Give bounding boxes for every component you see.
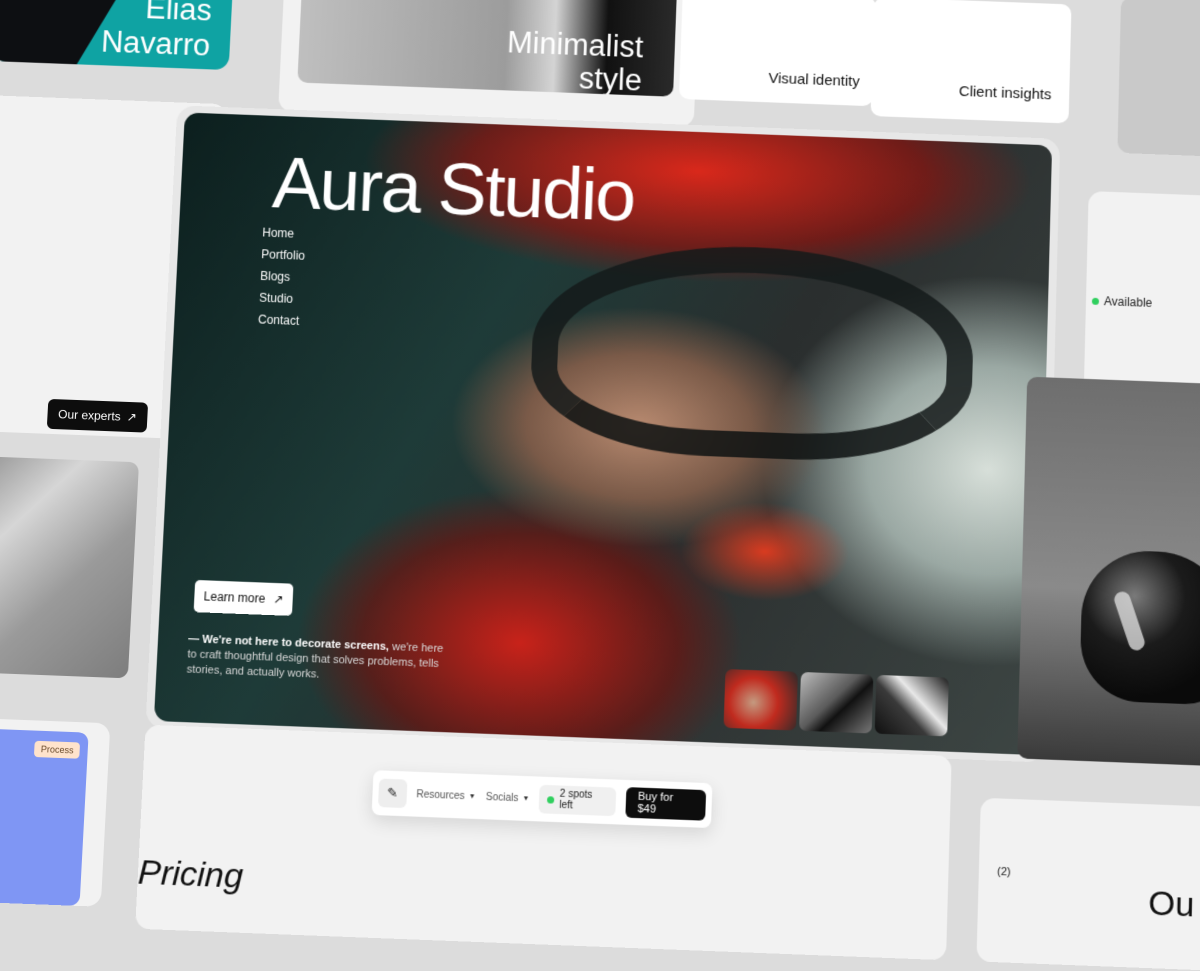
client-insights-label: Client insights xyxy=(958,83,1052,104)
socials-dropdown[interactable]: Socials ▼ xyxy=(486,791,530,804)
status-dot-icon xyxy=(547,795,555,804)
hero-section: Aura Studio Home Portfolio Blogs Studio … xyxy=(153,112,1053,756)
process-card[interactable]: Process xyxy=(0,717,111,907)
learn-more-button[interactable]: Learn more ↗ xyxy=(193,579,294,616)
minimalist-heading-line2: style xyxy=(578,60,643,97)
profile-last-name: Navarro xyxy=(100,24,211,63)
nav-studio[interactable]: Studio xyxy=(259,287,304,310)
minimalist-style-card[interactable]: Minimalist style xyxy=(278,0,700,127)
bottom-right-card: (2) Ou xyxy=(976,797,1200,971)
arrow-up-right-icon: ↗ xyxy=(272,592,284,607)
hero-tagline: — We're not here to decorate screens, we… xyxy=(186,632,449,688)
socials-label: Socials xyxy=(485,791,519,804)
profile-name-card[interactable]: Elias Navarro xyxy=(0,0,235,71)
thumbnail-helmet[interactable] xyxy=(723,669,798,731)
availability-status: Available xyxy=(1091,294,1153,310)
nav-portfolio[interactable]: Portfolio xyxy=(261,243,306,266)
section-count: (2) xyxy=(996,865,1011,879)
profile-name: Elias Navarro xyxy=(100,0,212,63)
spots-left-label: 2 spots left xyxy=(559,788,593,812)
visual-identity-label: Visual identity xyxy=(768,70,860,91)
buy-button[interactable]: Buy for $49 xyxy=(625,787,707,821)
caret-down-icon: ▼ xyxy=(468,792,476,801)
visual-identity-tile[interactable]: Visual identity xyxy=(678,0,877,107)
buy-label: Buy for $49 xyxy=(637,790,674,816)
status-dot-icon xyxy=(1091,297,1100,305)
our-experts-button[interactable]: Our experts ↗ xyxy=(46,398,149,433)
nav-blogs[interactable]: Blogs xyxy=(260,265,305,288)
minimalist-heading-line1: Minimalist xyxy=(506,25,644,65)
nav-contact[interactable]: Contact xyxy=(258,309,303,332)
minimalist-photo: Minimalist style xyxy=(297,0,677,97)
client-insights-tile[interactable]: Client insights xyxy=(870,0,1072,124)
spots-left-badge: 2 spots left xyxy=(538,784,617,817)
learn-more-label: Learn more xyxy=(203,589,266,606)
section-heading-partial: Ou xyxy=(1147,883,1195,925)
process-tag: Process xyxy=(34,740,81,759)
pricing-heading: Pricing xyxy=(137,852,245,896)
chair-product-photo[interactable] xyxy=(1017,376,1200,767)
top-right-card xyxy=(1117,0,1200,158)
process-preview: Process xyxy=(0,728,89,906)
helmet-visor-shape xyxy=(527,238,976,467)
left-abstract-photo xyxy=(0,455,140,679)
nav-home[interactable]: Home xyxy=(262,222,307,245)
pricing-section-card xyxy=(135,724,952,961)
pen-icon[interactable]: ✎ xyxy=(377,778,407,809)
resources-label: Resources xyxy=(416,788,465,802)
caret-down-icon: ▼ xyxy=(522,794,530,803)
resources-dropdown[interactable]: Resources ▼ xyxy=(416,789,476,802)
minimalist-heading: Minimalist style xyxy=(505,25,644,97)
thumbnail-object[interactable] xyxy=(799,671,874,734)
arrow-up-right-icon: ↗ xyxy=(126,409,138,425)
hero-nav: Home Portfolio Blogs Studio Contact xyxy=(258,222,307,332)
hero-title: Aura Studio xyxy=(270,141,636,237)
our-experts-label: Our experts xyxy=(57,407,122,424)
thumbnail-abstract[interactable] xyxy=(874,674,949,737)
availability-label: Available xyxy=(1103,294,1153,310)
